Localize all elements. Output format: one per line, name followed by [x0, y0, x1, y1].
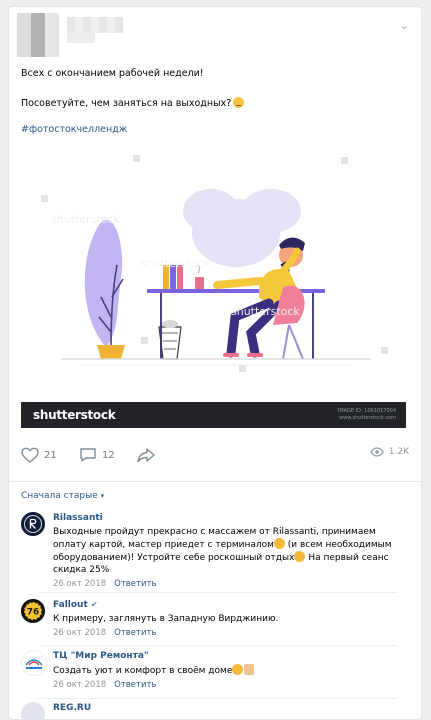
- post-card: ⌄ Всех с окончанием рабочей недели! Посо…: [8, 6, 422, 720]
- thumbs-up-emoji-icon: [244, 664, 255, 675]
- smirk-emoji-icon: [232, 664, 244, 675]
- comment-meta: 26 окт 2018 Ответить: [53, 680, 405, 690]
- heart-icon: [21, 447, 39, 463]
- comment-author[interactable]: Fallout ✔: [53, 599, 405, 611]
- share-icon: [137, 448, 155, 463]
- likes-count: 21: [44, 449, 57, 461]
- views-indicator: 1.2K: [370, 447, 409, 457]
- fallout-avatar[interactable]: 76: [21, 599, 45, 623]
- comment-author[interactable]: ТЦ "Мир Ремонта": [53, 650, 405, 662]
- reply-link[interactable]: Ответить: [114, 680, 156, 690]
- post-header: ⌄: [9, 7, 421, 57]
- share-button[interactable]: [137, 447, 155, 463]
- image-id: IMAGE ID: 1061017004 www.shutterstock.com: [337, 408, 396, 421]
- comment-author[interactable]: REG.RU: [53, 702, 405, 714]
- comments-sort-dropdown[interactable]: Сначала старые ▾: [21, 491, 104, 501]
- shutterstock-strip: shutterstock IMAGE ID: 1061017004 www.shu…: [21, 402, 406, 428]
- chevron-down-icon[interactable]: ⌄: [400, 19, 409, 32]
- author-name[interactable]: [67, 17, 123, 33]
- post-text-line1: Всех с окончанием рабочей недели!: [21, 68, 204, 79]
- post-text-line2: Посоветуйте, чем заняться на выходных?: [21, 97, 245, 110]
- smiling-emoji-icon: [294, 551, 306, 562]
- comments-count: 12: [102, 449, 115, 461]
- post-date[interactable]: [67, 33, 95, 43]
- chevron-down-icon: ▾: [100, 492, 105, 500]
- comment-date[interactable]: 26 окт 2018: [53, 628, 106, 638]
- reply-link[interactable]: Ответить: [114, 579, 156, 589]
- svg-text:shutterstock: shutterstock: [141, 257, 210, 270]
- eye-icon: [370, 447, 384, 457]
- comment-text: Создать уют и комфорт в своём доме: [53, 664, 405, 677]
- comment-button[interactable]: 12: [79, 447, 115, 463]
- hashtag-link[interactable]: #фотостокчеллендж: [21, 123, 127, 136]
- like-button[interactable]: 21: [21, 447, 57, 463]
- comment-text: Выходные пройдут прекрасно с массажем от…: [53, 527, 392, 575]
- post-illustration[interactable]: shutterstock shutterstock shutterstock: [21, 147, 406, 425]
- comment-body: ТЦ "Мир Ремонта" Создать уют и комфорт в…: [53, 650, 405, 690]
- smirk-emoji-icon: [233, 97, 245, 108]
- mir-remonta-avatar[interactable]: [21, 650, 47, 676]
- divider: [9, 481, 421, 482]
- regru-avatar[interactable]: [21, 702, 45, 719]
- comment-body: Fallout ✔ К примеру, заглянуть в Западну…: [53, 599, 405, 638]
- comment-meta: 26 окт 2018 Ответить: [53, 579, 405, 589]
- comment-date[interactable]: 26 окт 2018: [53, 680, 106, 690]
- rilassanti-logo-icon: [21, 512, 45, 536]
- verified-icon: ✔: [90, 600, 98, 609]
- mir-remonta-logo-icon: [22, 651, 46, 675]
- author-avatar[interactable]: [17, 13, 59, 57]
- illustration-svg: shutterstock shutterstock shutterstock: [41, 155, 388, 372]
- smirk-emoji-icon: [273, 538, 285, 549]
- comment-date[interactable]: 26 окт 2018: [53, 579, 106, 589]
- rilassanti-avatar[interactable]: [21, 512, 45, 536]
- comment-divider: [41, 645, 397, 646]
- svg-text:76: 76: [27, 608, 40, 618]
- reply-link[interactable]: Ответить: [114, 628, 156, 638]
- fallout-76-icon: 76: [21, 599, 45, 623]
- comment-body: REG.RU: [53, 702, 405, 714]
- views-count: 1.2K: [388, 447, 409, 457]
- comment-icon: [80, 448, 96, 462]
- svg-text:shutterstock: shutterstock: [231, 305, 300, 318]
- svg-text:shutterstock: shutterstock: [51, 213, 120, 226]
- comment-meta: 26 окт 2018 Ответить: [53, 628, 405, 638]
- comment-author[interactable]: Rilassanti: [53, 512, 405, 524]
- comment-text: К примеру, заглянуть в Западную Вирджини…: [53, 614, 279, 624]
- shutterstock-logo: shutterstock: [33, 408, 116, 422]
- comment-divider: [41, 592, 397, 593]
- post-actions: 21 12 1.2K: [21, 447, 409, 467]
- comment-body: Rilassanti Выходные пройдут прекрасно с …: [53, 512, 405, 589]
- comment-divider: [41, 698, 397, 699]
